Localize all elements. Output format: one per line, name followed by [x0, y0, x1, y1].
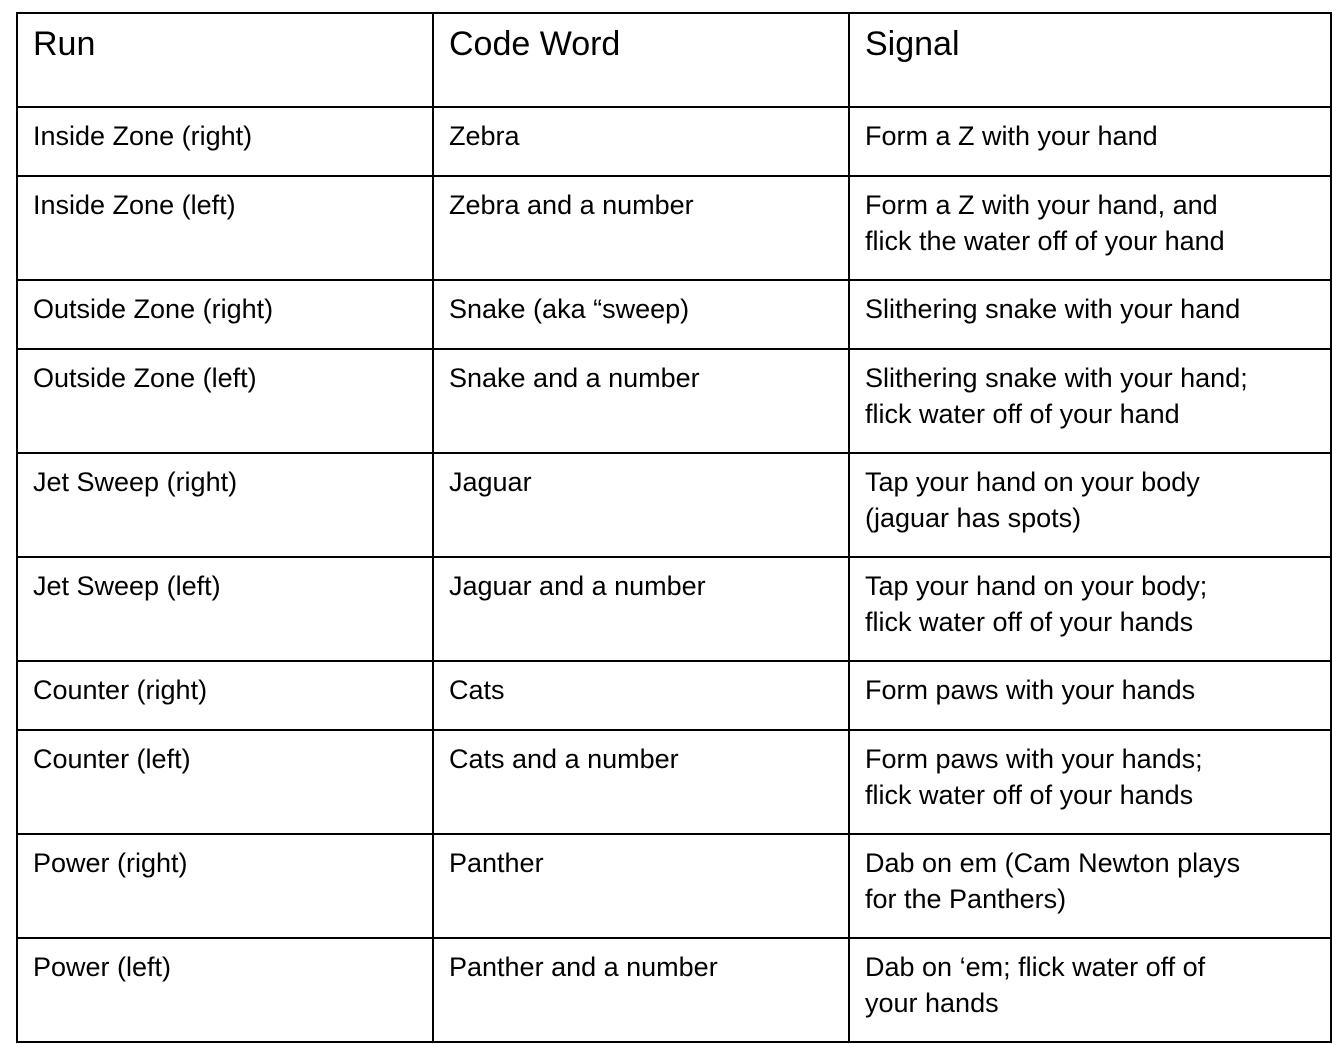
cell-code-word-text: Cats — [449, 675, 505, 705]
cell-signal: Dab on ‘em; flick water off of your hand… — [848, 937, 1332, 1043]
cell-code-word-text: Jaguar — [449, 467, 532, 497]
cell-signal: Slithering snake with your hand; flick w… — [848, 348, 1332, 454]
table-row: Outside Zone (right) Snake (aka “sweep) … — [16, 279, 1332, 350]
cell-signal-text: Tap your hand on your body; flick water … — [865, 571, 1208, 637]
cell-code-word: Panther and a number — [432, 937, 850, 1043]
table-body: Inside Zone (right) Zebra Form a Z with … — [16, 106, 1332, 1043]
cell-run: Jet Sweep (left) — [16, 556, 434, 662]
column-header-code-word: Code Word — [432, 12, 850, 108]
table-row: Inside Zone (left) Zebra and a number Fo… — [16, 175, 1332, 281]
cell-signal-text: Slithering snake with your hand; flick w… — [865, 363, 1248, 429]
cell-run: Inside Zone (right) — [16, 106, 434, 177]
table-row: Counter (right) Cats Form paws with your… — [16, 660, 1332, 731]
cell-run: Power (right) — [16, 833, 434, 939]
cell-signal: Form paws with your hands — [848, 660, 1332, 731]
cell-run: Power (left) — [16, 937, 434, 1043]
cell-code-word: Panther — [432, 833, 850, 939]
cell-run-text: Outside Zone (right) — [33, 294, 274, 324]
cell-signal: Form a Z with your hand, and flick the w… — [848, 175, 1332, 281]
cell-signal: Dab on em (Cam Newton plays for the Pant… — [848, 833, 1332, 939]
cell-code-word-text: Zebra — [449, 121, 520, 151]
cell-code-word: Snake (aka “sweep) — [432, 279, 850, 350]
table-row: Power (left) Panther and a number Dab on… — [16, 937, 1332, 1043]
cell-code-word-text: Cats and a number — [449, 744, 679, 774]
cell-run: Outside Zone (left) — [16, 348, 434, 454]
cell-signal-text: Dab on em (Cam Newton plays for the Pant… — [865, 848, 1241, 914]
cell-run-text: Counter (left) — [33, 744, 191, 774]
cell-code-word-text: Panther — [449, 848, 544, 878]
cell-code-word: Cats and a number — [432, 729, 850, 835]
cell-signal-text: Form a Z with your hand, and flick the w… — [865, 190, 1225, 256]
cell-run-text: Jet Sweep (right) — [33, 467, 238, 497]
cell-signal-text: Form paws with your hands — [865, 675, 1196, 705]
cell-run-text: Counter (right) — [33, 675, 208, 705]
column-header-signal-label: Signal — [865, 25, 960, 63]
table-row: Jet Sweep (right) Jaguar Tap your hand o… — [16, 452, 1332, 558]
column-header-code-word-label: Code Word — [449, 25, 621, 63]
cell-signal: Form a Z with your hand — [848, 106, 1332, 177]
cell-run: Inside Zone (left) — [16, 175, 434, 281]
cell-run: Counter (right) — [16, 660, 434, 731]
cell-run-text: Power (left) — [33, 952, 172, 982]
cell-code-word: Snake and a number — [432, 348, 850, 454]
cell-signal-text: Form a Z with your hand — [865, 121, 1158, 151]
cell-run: Counter (left) — [16, 729, 434, 835]
column-header-run: Run — [16, 12, 434, 108]
table-header-row: Run Code Word Signal — [16, 12, 1332, 108]
cell-code-word-text: Zebra and a number — [449, 190, 694, 220]
cell-signal: Slithering snake with your hand — [848, 279, 1332, 350]
column-header-signal: Signal — [848, 12, 1332, 108]
cell-run: Outside Zone (right) — [16, 279, 434, 350]
cell-code-word-text: Jaguar and a number — [449, 571, 706, 601]
cell-code-word: Cats — [432, 660, 850, 731]
cell-code-word: Jaguar — [432, 452, 850, 558]
column-header-run-label: Run — [33, 25, 96, 63]
page-canvas: Run Code Word Signal Inside Zone (right)… — [0, 0, 1340, 1044]
cell-signal: Tap your hand on your body; flick water … — [848, 556, 1332, 662]
table-row: Inside Zone (right) Zebra Form a Z with … — [16, 106, 1332, 177]
cell-signal-text: Form paws with your hands; flick water o… — [865, 744, 1203, 810]
table-row: Counter (left) Cats and a number Form pa… — [16, 729, 1332, 835]
cell-signal: Tap your hand on your body (jaguar has s… — [848, 452, 1332, 558]
cell-run-text: Inside Zone (left) — [33, 190, 236, 220]
cell-signal-text: Slithering snake with your hand — [865, 294, 1241, 324]
cell-code-word: Jaguar and a number — [432, 556, 850, 662]
cell-signal-text: Dab on ‘em; flick water off of your hand… — [865, 952, 1206, 1018]
cell-run-text: Inside Zone (right) — [33, 121, 253, 151]
cell-code-word-text: Snake and a number — [449, 363, 700, 393]
cell-run-text: Outside Zone (left) — [33, 363, 257, 393]
table-row: Jet Sweep (left) Jaguar and a number Tap… — [16, 556, 1332, 662]
cell-code-word-text: Panther and a number — [449, 952, 718, 982]
cell-run-text: Power (right) — [33, 848, 188, 878]
table-row: Power (right) Panther Dab on em (Cam New… — [16, 833, 1332, 939]
cell-code-word: Zebra — [432, 106, 850, 177]
table-row: Outside Zone (left) Snake and a number S… — [16, 348, 1332, 454]
table-header: Run Code Word Signal — [16, 12, 1332, 108]
run-signals-table: Run Code Word Signal Inside Zone (right)… — [16, 12, 1332, 1043]
cell-code-word: Zebra and a number — [432, 175, 850, 281]
cell-signal-text: Tap your hand on your body (jaguar has s… — [865, 467, 1200, 533]
cell-signal: Form paws with your hands; flick water o… — [848, 729, 1332, 835]
cell-run: Jet Sweep (right) — [16, 452, 434, 558]
cell-run-text: Jet Sweep (left) — [33, 571, 221, 601]
cell-code-word-text: Snake (aka “sweep) — [449, 294, 690, 324]
